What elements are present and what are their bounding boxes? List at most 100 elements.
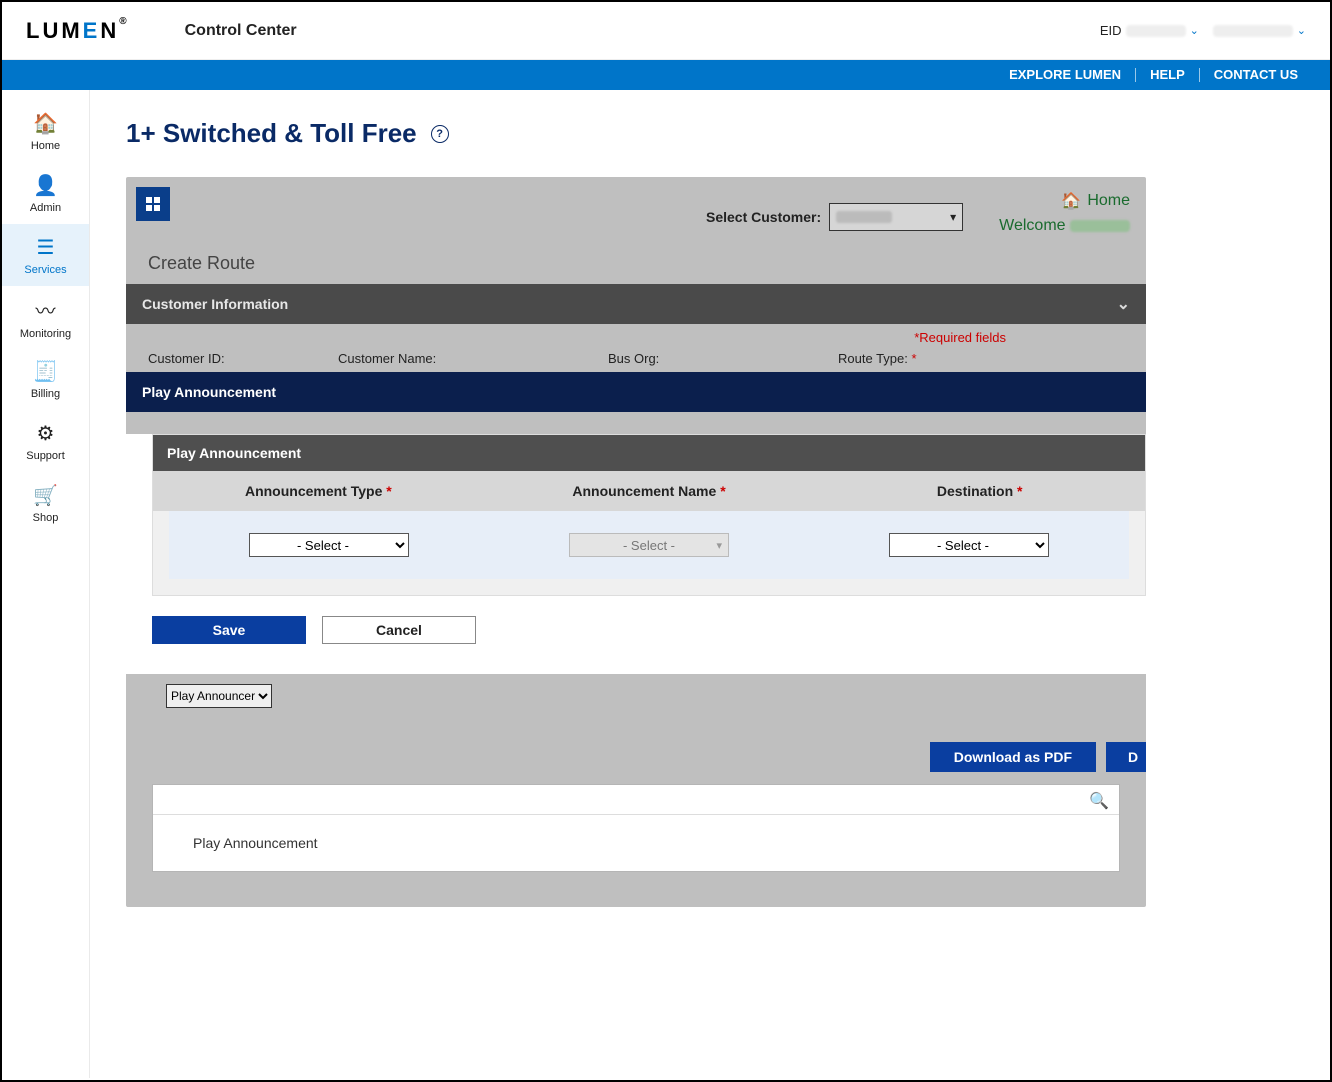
customer-info-row: Customer ID: Customer Name: Bus Org: Rou…	[126, 345, 1146, 366]
user-icon: 👤	[33, 173, 58, 198]
home-icon: 🏠	[33, 111, 58, 136]
sidebar-item-label: Support	[26, 450, 65, 462]
route-component-select[interactable]: Play Announcer	[166, 684, 272, 708]
welcome-text: Welcome	[999, 217, 1130, 235]
customer-name-label: Customer Name:	[338, 351, 478, 366]
main-panel: Select Customer: ▾ 🏠 Home Welcome	[126, 177, 1146, 907]
sidebar-item-billing[interactable]: 🧾 Billing	[2, 348, 89, 410]
customer-info-header[interactable]: Customer Information ⌄	[126, 284, 1146, 324]
announcement-type-select[interactable]: - Select -	[249, 533, 409, 557]
sidebar-item-support[interactable]: ⚙ Support	[2, 410, 89, 472]
cart-icon: 🛒	[33, 483, 58, 508]
lower-panel: Play Announcer Download as PDF D 🔍 Play …	[126, 674, 1146, 900]
required-asterisk: *	[1017, 483, 1022, 499]
apps-grid-button[interactable]	[136, 187, 170, 221]
customer-value-redacted	[836, 211, 892, 223]
select-customer-dropdown[interactable]: ▾	[829, 203, 963, 231]
search-result-item[interactable]: Play Announcement	[153, 815, 1119, 871]
download-pdf-button[interactable]: Download as PDF	[930, 742, 1096, 772]
nav-help[interactable]: HELP	[1135, 68, 1199, 82]
customer-id-label: Customer ID:	[148, 351, 288, 366]
brand-logo: LUMEN®	[26, 18, 127, 44]
list-icon: ☰	[37, 235, 55, 260]
sidebar-item-label: Monitoring	[20, 328, 71, 340]
required-note-row: *Required fields	[126, 324, 1146, 345]
save-button[interactable]: Save	[152, 616, 306, 644]
logo-reg-mark: ®	[119, 16, 126, 27]
col-name-label: Announcement Name	[572, 483, 716, 499]
sidebar-item-services[interactable]: ☰ Services	[2, 224, 89, 286]
search-icon[interactable]: 🔍	[1089, 791, 1109, 811]
nav-explore-lumen[interactable]: EXPLORE LUMEN	[995, 68, 1135, 82]
col-type-label: Announcement Type	[245, 483, 382, 499]
page-title: 1+ Switched & Toll Free	[126, 118, 417, 149]
announcement-name-select: - Select -	[569, 533, 729, 557]
invoice-icon: 🧾	[33, 359, 58, 384]
panel-right-links: 🏠 Home Welcome	[999, 191, 1130, 235]
search-results-box: 🔍 Play Announcement	[152, 784, 1120, 872]
chevron-down-icon: ⌄	[1190, 24, 1199, 37]
logo-accent: E	[83, 18, 101, 43]
help-icon[interactable]: ?	[431, 125, 449, 143]
lower-select-wrap: Play Announcer	[126, 684, 1146, 708]
col-announcement-type: Announcement Type *	[153, 483, 484, 499]
grid-icon	[145, 196, 161, 212]
customer-info-label: Customer Information	[142, 296, 288, 312]
sidebar-item-label: Billing	[31, 388, 60, 400]
download-other-label: D	[1128, 749, 1138, 765]
logo-part-1: LUM	[26, 18, 83, 43]
chevron-down-icon: ▾	[950, 210, 956, 224]
download-other-button[interactable]: D	[1106, 742, 1146, 772]
activity-icon: 〰	[36, 295, 56, 324]
chevron-down-icon: ⌄	[1297, 24, 1306, 37]
play-announcement-columns: Announcement Type * Announcement Name * …	[153, 471, 1145, 511]
header-right: EID ⌄ ⌄	[1100, 23, 1306, 38]
nav-contact-us[interactable]: CONTACT US	[1199, 68, 1312, 82]
play-announcement-panel: Play Announcement Announcement Type * An…	[152, 434, 1146, 596]
welcome-label: Welcome	[999, 217, 1065, 234]
chevron-down-icon: ⌄	[1117, 294, 1130, 314]
eid-dropdown[interactable]: EID ⌄	[1100, 23, 1199, 38]
col-dest-label: Destination	[937, 483, 1013, 499]
user-dropdown[interactable]: ⌄	[1213, 24, 1306, 37]
cancel-button[interactable]: Cancel	[322, 616, 476, 644]
sidebar-item-shop[interactable]: 🛒 Shop	[2, 472, 89, 534]
eid-value-redacted	[1126, 25, 1186, 37]
section-title: Create Route	[126, 239, 1146, 284]
app-name: Control Center	[185, 22, 297, 40]
required-note: *Required fields	[914, 330, 1006, 345]
required-asterisk: *	[912, 351, 917, 366]
eid-label: EID	[1100, 23, 1122, 38]
col-destination: Destination *	[814, 483, 1145, 499]
search-input-row[interactable]: 🔍	[153, 785, 1119, 815]
download-row: Download as PDF D	[126, 708, 1146, 784]
panel-top-row: Select Customer: ▾ 🏠 Home Welcome	[126, 177, 1146, 239]
play-announcement-header: Play Announcement	[153, 435, 1145, 471]
sidebar-item-label: Shop	[33, 512, 59, 524]
select-customer-label: Select Customer:	[706, 209, 821, 225]
home-link-label: Home	[1087, 192, 1130, 210]
required-asterisk: *	[720, 483, 725, 499]
sidebar-item-monitoring[interactable]: 〰 Monitoring	[2, 286, 89, 348]
left-sidebar: 🏠 Home 👤 Admin ☰ Services 〰 Monitoring 🧾…	[2, 90, 90, 1078]
required-asterisk: *	[386, 483, 391, 499]
bus-org-label: Bus Org:	[608, 351, 748, 366]
play-announcement-bar: Play Announcement	[126, 372, 1146, 412]
select-customer-wrap: Select Customer: ▾	[706, 203, 963, 231]
sidebar-item-label: Services	[24, 264, 66, 276]
home-link[interactable]: 🏠 Home	[1061, 191, 1130, 211]
play-announcement-row: - Select - - Select - - Select -	[169, 511, 1129, 579]
top-header: LUMEN® Control Center EID ⌄ ⌄	[2, 2, 1330, 60]
sidebar-item-label: Admin	[30, 202, 61, 214]
destination-select[interactable]: - Select -	[889, 533, 1049, 557]
sidebar-item-admin[interactable]: 👤 Admin	[2, 162, 89, 224]
sidebar-item-home[interactable]: 🏠 Home	[2, 100, 89, 162]
content-area: 1+ Switched & Toll Free ? Select Custome…	[90, 90, 1330, 1078]
gear-icon: ⚙	[37, 421, 55, 446]
page-title-row: 1+ Switched & Toll Free ?	[126, 118, 1320, 149]
welcome-name-redacted	[1070, 220, 1130, 232]
top-nav-bar: EXPLORE LUMEN HELP CONTACT US	[2, 60, 1330, 90]
route-type-text: Route Type:	[838, 351, 908, 366]
play-announcement-section: Play Announcement Announcement Type * An…	[126, 434, 1146, 674]
announcement-name-placeholder: - Select -	[623, 538, 675, 553]
